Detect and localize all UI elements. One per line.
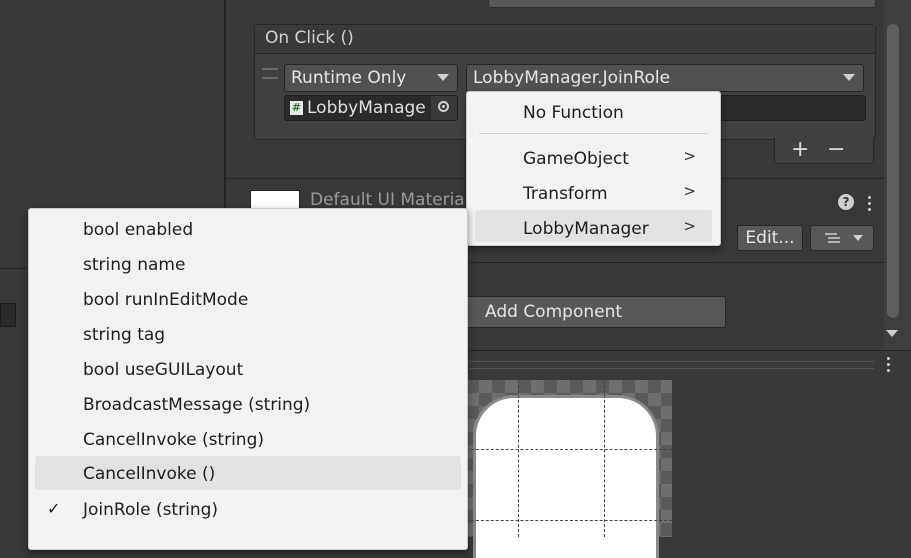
chevron-down-icon: [843, 74, 855, 81]
submenu-item-label: string tag: [83, 325, 166, 345]
edit-button[interactable]: Edit...: [737, 225, 803, 251]
submenu-item-label: JoinRole (string): [83, 500, 219, 520]
list-icon: [825, 233, 863, 243]
function-dropdown[interactable]: LobbyManager.JoinRole: [466, 64, 864, 92]
function-context-menu: No Function GameObject > Transform > Lob…: [466, 91, 721, 246]
submenu-item[interactable]: bool useGUILayout: [35, 353, 461, 387]
argument-field[interactable]: [720, 95, 866, 121]
menu-item-label: LobbyManager: [523, 219, 649, 239]
runtime-dropdown-label: Runtime Only: [291, 68, 407, 88]
search-field[interactable]: [0, 303, 16, 327]
submenu-item-label: CancelInvoke (string): [83, 430, 265, 450]
runtime-dropdown[interactable]: Runtime Only: [284, 64, 458, 92]
submenu-item-label: bool useGUILayout: [83, 360, 244, 380]
add-listener-button[interactable]: +: [791, 137, 809, 162]
menu-item-label: No Function: [523, 103, 624, 123]
submenu-item[interactable]: string tag: [35, 318, 461, 352]
submenu-item-label: bool runInEditMode: [83, 290, 249, 310]
drag-handle-icon[interactable]: [262, 68, 278, 79]
list-options-button[interactable]: [810, 225, 874, 251]
menu-separator: [479, 133, 708, 134]
submenu-item-label: bool enabled: [83, 220, 194, 240]
submenu-item-selected[interactable]: ✓ JoinRole (string): [35, 493, 461, 527]
chevron-right-icon: >: [683, 182, 696, 200]
menu-item-gameobject[interactable]: GameObject >: [475, 143, 712, 175]
target-object-label: LobbyManage: [307, 98, 426, 118]
chevron-down-icon: [437, 74, 449, 81]
object-picker-icon: [438, 101, 449, 112]
slice-guide: [466, 449, 672, 450]
preview-options-icon[interactable]: [887, 357, 891, 373]
submenu-item[interactable]: string name: [35, 248, 461, 282]
script-icon: #: [290, 101, 303, 115]
scroll-down-icon[interactable]: [886, 330, 898, 337]
preview-background: [672, 380, 884, 537]
submenu-item[interactable]: bool runInEditMode: [35, 283, 461, 317]
top-button[interactable]: [488, 0, 876, 8]
material-name: Default UI Material: [310, 190, 470, 210]
preview-drag-bar[interactable]: [470, 361, 874, 369]
slice-guide: [518, 380, 519, 537]
submenu-item[interactable]: BroadcastMessage (string): [35, 388, 461, 422]
sprite-image: [476, 398, 656, 558]
add-remove-bar: + −: [774, 137, 874, 164]
slice-guide: [466, 520, 672, 521]
help-icon[interactable]: ?: [838, 194, 854, 210]
menu-item-no-function[interactable]: No Function: [475, 97, 712, 129]
submenu-item-highlighted[interactable]: CancelInvoke (): [35, 456, 461, 490]
object-picker-button[interactable]: [431, 96, 457, 120]
target-object-field[interactable]: # LobbyManage: [284, 95, 458, 121]
onclick-title: On Click (): [265, 28, 354, 48]
scrollbar-thumb[interactable]: [887, 24, 899, 318]
menu-item-label: Transform: [523, 184, 608, 204]
remove-listener-button[interactable]: −: [827, 137, 845, 162]
menu-item-transform[interactable]: Transform >: [475, 178, 712, 210]
chevron-right-icon: >: [683, 147, 696, 165]
submenu-item-label: CancelInvoke (): [83, 464, 216, 484]
slice-guide: [604, 380, 605, 537]
chevron-right-icon: >: [683, 217, 696, 235]
function-dropdown-label: LobbyManager.JoinRole: [473, 68, 671, 88]
menu-item-label: GameObject: [523, 149, 629, 169]
submenu-item[interactable]: CancelInvoke (string): [35, 423, 461, 457]
more-options-icon[interactable]: [868, 196, 872, 212]
menu-item-lobbymanager[interactable]: LobbyManager >: [475, 210, 712, 242]
submenu-item[interactable]: bool enabled: [35, 213, 461, 247]
lobbymanager-submenu: bool enabled string name bool runInEditM…: [28, 208, 468, 550]
add-component-label: Add Component: [485, 302, 623, 322]
submenu-item-label: string name: [83, 255, 186, 275]
submenu-item-label: BroadcastMessage (string): [83, 395, 311, 415]
add-component-button[interactable]: Add Component: [466, 296, 726, 328]
checkmark-icon: ✓: [47, 499, 61, 518]
